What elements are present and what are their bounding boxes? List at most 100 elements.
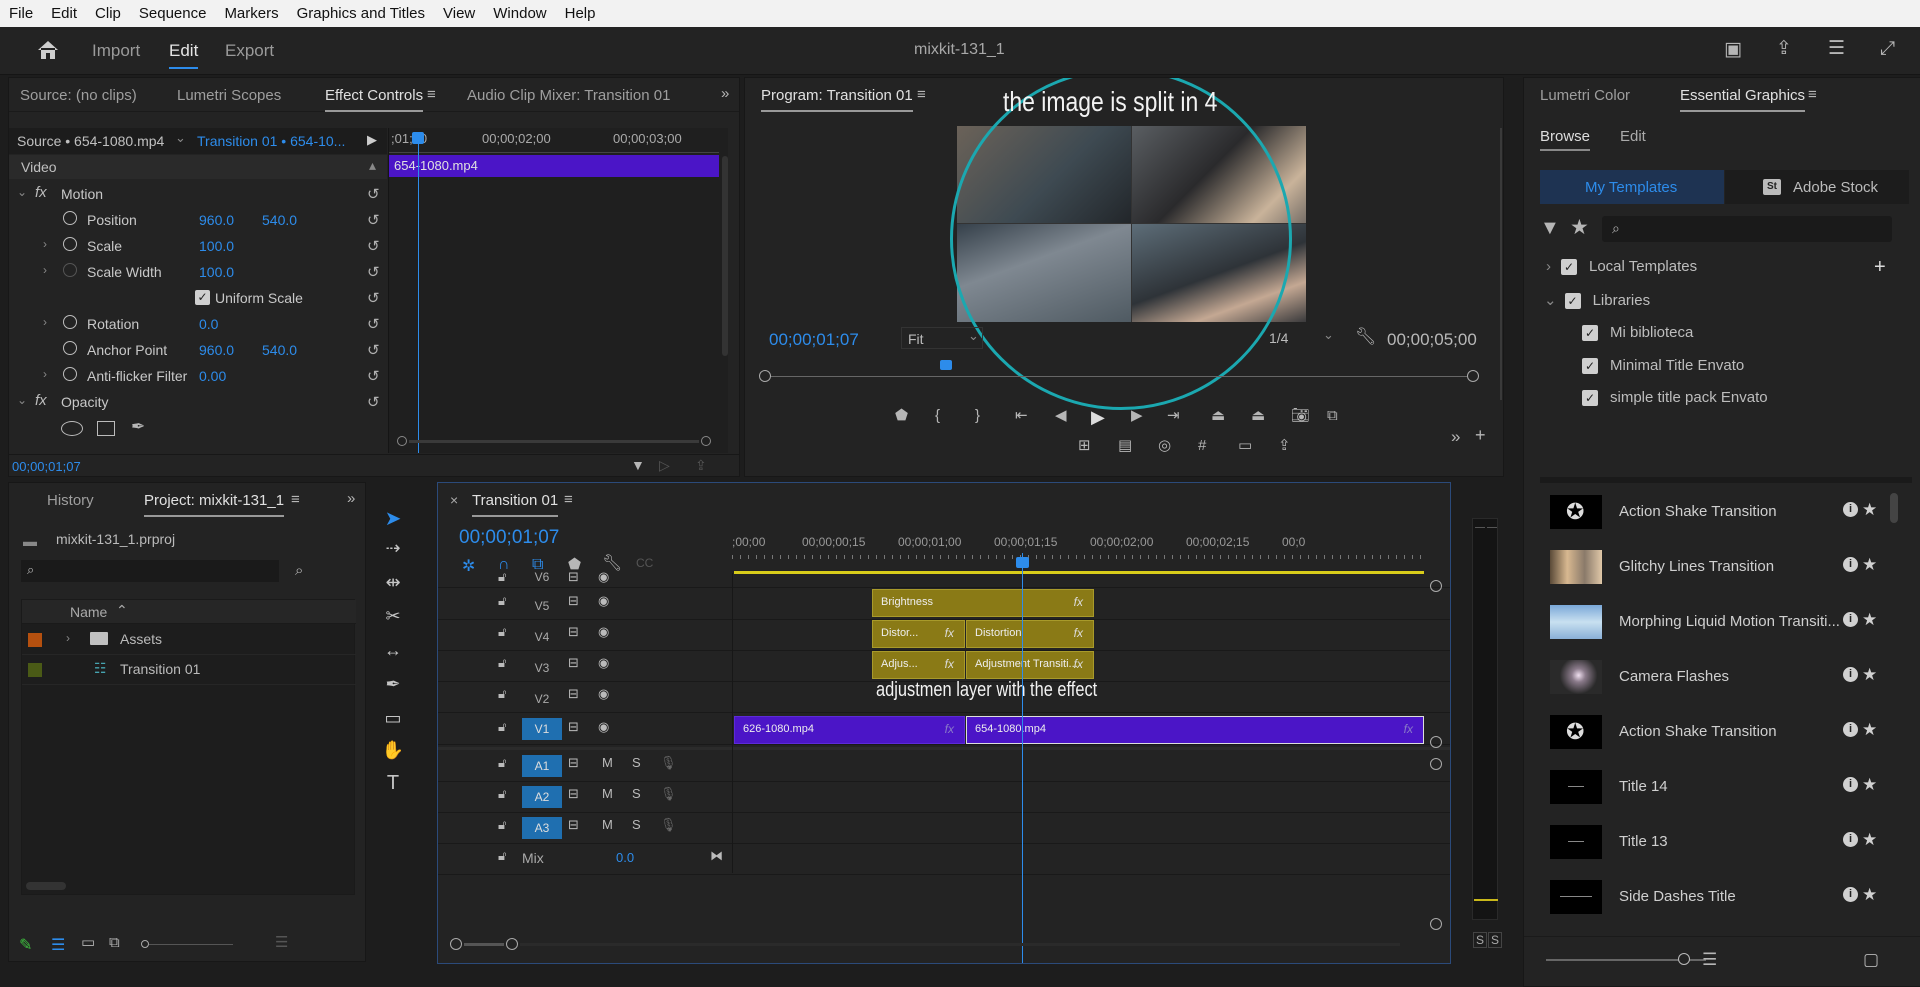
lock-icon[interactable]: 🔓︎ [498, 848, 506, 864]
reset-icon[interactable]: ↺ [367, 367, 380, 385]
slider-handle[interactable] [1678, 953, 1690, 965]
panel-menu-icon[interactable]: ≡ [427, 87, 436, 102]
chevron-right-icon[interactable]: › [43, 367, 47, 381]
track-name[interactable]: A2 [522, 786, 562, 808]
mix-value[interactable]: 0.0 [616, 850, 634, 865]
scroll-handle-right[interactable] [506, 938, 518, 950]
eye-icon[interactable]: ◉ [598, 655, 609, 671]
menu-sequence[interactable]: Sequence [130, 5, 216, 22]
solo-left-button[interactable]: S [1473, 932, 1488, 948]
tab-source[interactable]: Source: (no clips) [20, 87, 137, 104]
star-icon[interactable]: ★ [1570, 217, 1589, 238]
timeline-timecode[interactable]: 00;00;01;07 [459, 527, 559, 549]
vr-view-icon[interactable]: ◎ [1158, 438, 1171, 453]
razor-tool-icon[interactable]: ✂ [378, 606, 408, 627]
info-icon[interactable]: i [1843, 612, 1858, 627]
track-select-tool-icon[interactable]: ⇢ [378, 538, 408, 559]
workspace-import[interactable]: Import [92, 41, 140, 61]
star-icon[interactable]: ★ [1862, 775, 1877, 795]
program-scrubber[interactable] [759, 360, 1499, 386]
subtab-browse[interactable]: Browse [1540, 128, 1591, 151]
tab-lumetri-color[interactable]: Lumetri Color [1540, 87, 1630, 104]
template-item[interactable]: ✪ Action Shake Transition i ★ [1540, 485, 1912, 540]
mark-out-icon[interactable]: } [975, 408, 980, 423]
freeform-view-icon[interactable]: ⧉ [109, 935, 120, 950]
monitor-scrollbar[interactable] [1500, 128, 1502, 400]
resolution-dropdown[interactable]: 1/4 ⌄ [1263, 327, 1339, 349]
mic-icon[interactable]: 🎙︎ [660, 786, 677, 802]
go-to-out-icon[interactable]: ⇥ [1167, 408, 1180, 423]
go-to-in-icon[interactable]: ⇤ [1015, 408, 1028, 423]
timeline-hscroll[interactable] [450, 938, 1410, 950]
find-icon[interactable]: ⌕ [295, 563, 303, 578]
stopwatch-icon[interactable] [63, 341, 77, 355]
template-item[interactable]: Title 13 i ★ [1540, 815, 1912, 870]
sync-lock-icon[interactable]: ⊟ [568, 817, 579, 833]
menu-edit[interactable]: Edit [42, 5, 86, 22]
adobe-stock-button[interactable]: St Adobe Stock [1725, 170, 1909, 204]
sync-lock-icon[interactable]: ⊟ [568, 655, 579, 671]
panel-menu-icon[interactable]: ≡ [291, 492, 300, 507]
scrubber-playhead[interactable] [940, 360, 952, 370]
scroll-thumb[interactable] [464, 943, 504, 946]
scrubber-start[interactable] [759, 370, 771, 382]
panel-menu-icon[interactable]: ≡ [917, 87, 926, 102]
sync-lock-icon[interactable]: ⊟ [568, 686, 579, 702]
menu-help[interactable]: Help [556, 5, 605, 22]
sync-lock-icon[interactable]: ⊟ [568, 569, 579, 585]
eye-icon[interactable]: ◉ [598, 569, 609, 585]
tab-effect-controls[interactable]: Effect Controls [325, 87, 424, 112]
ripple-edit-tool-icon[interactable]: ⇹ [378, 572, 408, 593]
reset-icon[interactable]: ↺ [367, 315, 380, 333]
lift-icon[interactable]: ⏏ [1211, 408, 1225, 423]
captions-icon[interactable]: CC [636, 557, 653, 569]
horizontal-scrollbar[interactable] [26, 882, 66, 890]
template-item[interactable]: Camera Flashes i ★ [1540, 650, 1912, 705]
position-y-value[interactable]: 540.0 [262, 212, 297, 228]
track-name[interactable]: V4 [522, 626, 562, 648]
safe-margins-icon[interactable]: ▭ [1238, 438, 1252, 453]
fullscreen-icon[interactable]: ⤢ [1880, 39, 1895, 58]
add-icon[interactable]: + [1874, 256, 1886, 279]
vscroll-handle[interactable] [1430, 758, 1442, 770]
lock-icon[interactable]: 🔓︎ [498, 655, 506, 671]
tree-minimal-title[interactable]: ✓ Minimal Title Envato [1582, 357, 1744, 375]
reset-icon[interactable]: ↺ [367, 341, 380, 359]
close-icon[interactable]: × [450, 492, 458, 508]
clip-brightness[interactable]: Brightness fx [872, 589, 1094, 617]
template-item[interactable]: ✪ Action Shake Transition i ★ [1540, 705, 1912, 760]
selection-tool-icon[interactable]: ➤ [378, 506, 408, 531]
clip-adjustment-short[interactable]: Adjus... fx [872, 651, 965, 679]
checkbox[interactable]: ✓ [1582, 325, 1598, 342]
panel-menu-icon[interactable]: ≡ [1808, 87, 1817, 102]
button-editor-icon[interactable]: + [1475, 426, 1486, 444]
zoom-slider-handle[interactable] [141, 940, 149, 948]
effect-hscroll[interactable] [397, 436, 717, 446]
track-name[interactable]: V5 [522, 595, 562, 617]
anti-flicker-value[interactable]: 0.00 [199, 368, 226, 384]
track-name[interactable]: A1 [522, 755, 562, 777]
clip-adjustment[interactable]: Adjustment Transiti... fx [966, 651, 1094, 679]
sync-lock-icon[interactable]: ⊟ [568, 786, 579, 802]
clip-654-1080[interactable]: 654-1080.mp4 fx [966, 716, 1424, 744]
star-icon[interactable]: ★ [1862, 885, 1877, 905]
menu-graphics-titles[interactable]: Graphics and Titles [288, 5, 434, 22]
play-icon[interactable]: ▶ [367, 132, 377, 148]
icon-view-icon[interactable]: ▭ [81, 935, 95, 950]
sync-lock-icon[interactable]: ⊟ [568, 719, 579, 735]
step-forward-icon[interactable]: ▶︎ [1131, 408, 1143, 423]
fit-dropdown[interactable]: Fit ⌄ [901, 327, 983, 349]
filter-icon[interactable]: ▼ [631, 458, 645, 472]
scale-value[interactable]: 100.0 [199, 238, 234, 254]
reset-icon[interactable]: ↺ [367, 237, 380, 255]
workspace-export[interactable]: Export [225, 41, 274, 61]
solo-button[interactable]: S [632, 755, 641, 770]
sort-icon[interactable]: ☰ [275, 935, 288, 950]
template-item[interactable]: Morphing Liquid Motion Transiti... i ★ [1540, 595, 1912, 650]
home-icon[interactable] [36, 39, 60, 61]
info-icon[interactable]: i [1843, 722, 1858, 737]
step-back-icon[interactable]: ◀︎ [1055, 408, 1067, 423]
wrench-icon[interactable]: 🔧︎ [1355, 328, 1377, 345]
info-icon[interactable]: i [1843, 502, 1858, 517]
star-icon[interactable]: ★ [1862, 500, 1877, 520]
